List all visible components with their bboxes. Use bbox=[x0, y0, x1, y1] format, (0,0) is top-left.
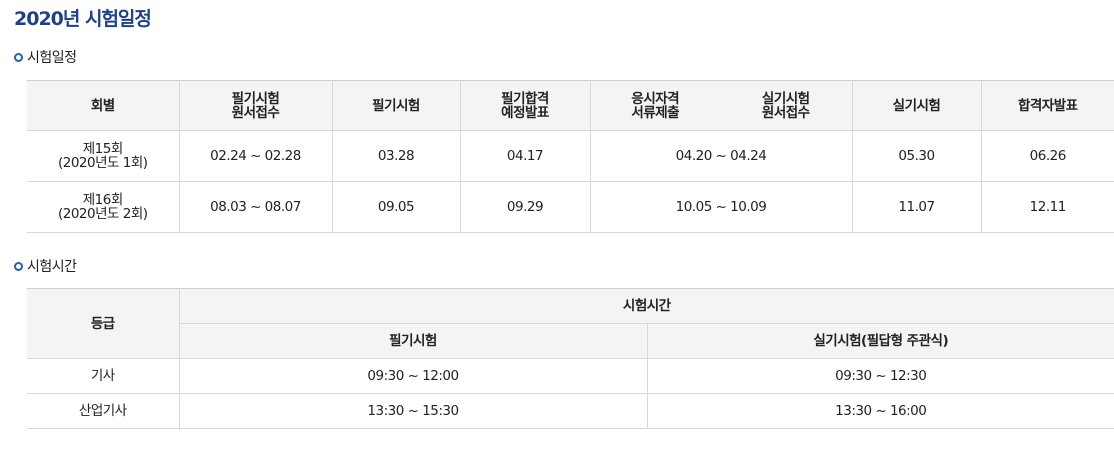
section-title-exam-time-text: 시험시간 bbox=[27, 259, 77, 275]
qualification-practical-application-cell: 04.20 ~ 04.24 bbox=[589, 130, 852, 182]
section-title-exam-time: 시험시간 bbox=[14, 256, 77, 276]
written-pass-cell: 04.17 bbox=[459, 130, 590, 182]
header-practical-exam: 실기시험 bbox=[851, 80, 981, 131]
grade-cell: 기사 bbox=[27, 358, 179, 394]
header-qualification-docs: 응시자격 서류제출 bbox=[589, 80, 720, 131]
qualification-practical-application-cell: 10.05 ~ 10.09 bbox=[589, 181, 852, 233]
written-time-cell: 09:30 ~ 12:00 bbox=[178, 358, 647, 394]
table-row: 제16회 (2020년도 2회) 08.03 ~ 08.07 09.05 09.2… bbox=[27, 181, 1114, 233]
time-subheader-row: 필기시험 실기시험(필답형 주관식) bbox=[27, 323, 1114, 359]
practical-exam-cell: 11.07 bbox=[851, 181, 981, 233]
section-title-schedule-text: 시험일정 bbox=[27, 50, 77, 66]
circle-bullet-icon bbox=[14, 261, 23, 271]
header-final-pass: 합격자발표 bbox=[980, 80, 1114, 131]
table-row: 제15회 (2020년도 1회) 02.24 ~ 02.28 03.28 04.1… bbox=[27, 130, 1114, 182]
practical-time-cell: 13:30 ~ 16:00 bbox=[646, 393, 1114, 429]
time-header-row: 등급 시험시간 bbox=[27, 288, 1114, 359]
table-row: 기사 09:30 ~ 12:00 09:30 ~ 12:30 bbox=[27, 358, 1114, 394]
header-exam-time: 시험시간 bbox=[178, 288, 1114, 324]
final-pass-cell: 12.11 bbox=[980, 181, 1114, 233]
circle-bullet-icon bbox=[14, 52, 23, 62]
round-cell: 제15회 (2020년도 1회) bbox=[27, 130, 179, 182]
practical-exam-cell: 05.30 bbox=[851, 130, 981, 182]
header-written-application: 필기시험 원서접수 bbox=[178, 80, 332, 131]
final-pass-cell: 06.26 bbox=[980, 130, 1114, 182]
page-title: 2020년 시험일정 bbox=[14, 8, 152, 30]
header-written-exam: 필기시험 bbox=[331, 80, 460, 131]
header-written-exam-time: 필기시험 bbox=[178, 323, 647, 359]
table-row: 산업기사 13:30 ~ 15:30 13:30 ~ 16:00 bbox=[27, 393, 1114, 429]
written-application-cell: 08.03 ~ 08.07 bbox=[178, 181, 332, 233]
written-application-cell: 02.24 ~ 02.28 bbox=[178, 130, 332, 182]
round-cell: 제16회 (2020년도 2회) bbox=[27, 181, 179, 233]
schedule-header-row: 회별 필기시험 원서접수 필기시험 필기합격 예정발표 응시자격 서류제출 실기시험 원… bbox=[27, 80, 1114, 131]
header-practical-application: 실기시험 원서접수 bbox=[720, 80, 852, 131]
written-time-cell: 13:30 ~ 15:30 bbox=[178, 393, 647, 429]
written-exam-cell: 03.28 bbox=[331, 130, 460, 182]
header-written-pass: 필기합격 예정발표 bbox=[459, 80, 590, 131]
section-title-schedule: 시험일정 bbox=[14, 47, 77, 67]
header-grade: 등급 bbox=[27, 288, 179, 359]
written-pass-cell: 09.29 bbox=[459, 181, 590, 233]
written-exam-cell: 09.05 bbox=[331, 181, 460, 233]
grade-cell: 산업기사 bbox=[27, 393, 179, 429]
header-practical-exam-time: 실기시험(필답형 주관식) bbox=[646, 323, 1114, 359]
schedule-table: 회별 필기시험 원서접수 필기시험 필기합격 예정발표 응시자격 서류제출 실기시험 원… bbox=[27, 80, 1114, 233]
exam-time-table: 등급 시험시간 필기시험 실기시험(필답형 주관식) 기사 09:30 ~ 12… bbox=[27, 288, 1114, 429]
header-round: 회별 bbox=[27, 80, 179, 131]
practical-time-cell: 09:30 ~ 12:30 bbox=[646, 358, 1114, 394]
